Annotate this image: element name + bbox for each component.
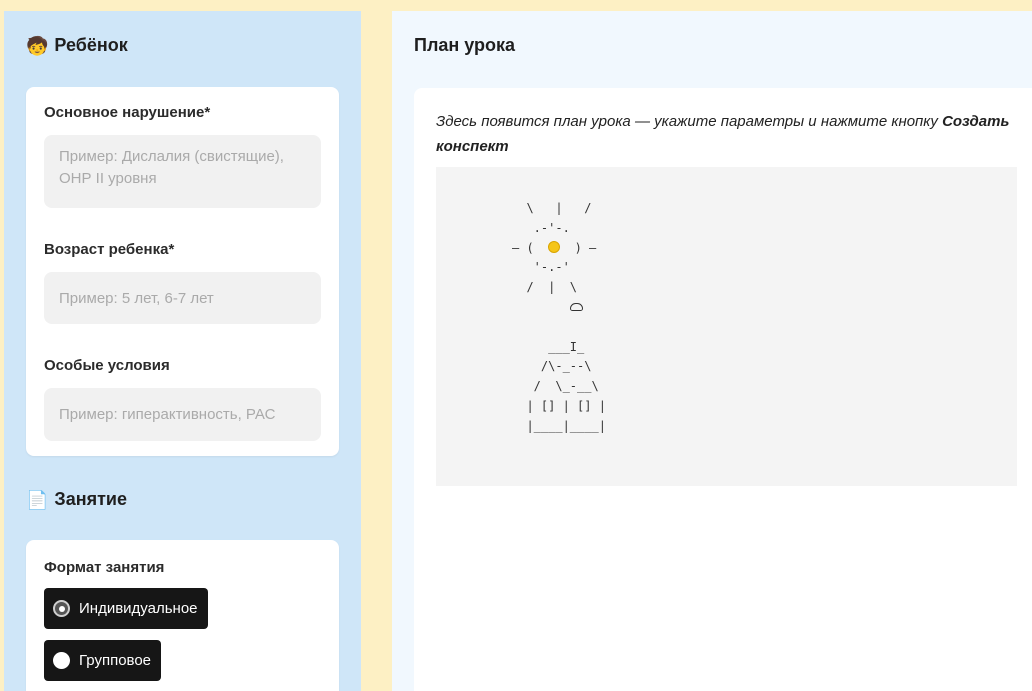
age-label: Возраст ребенка* (44, 241, 175, 258)
disorder-label: Основное нарушение* (44, 104, 211, 121)
disorder-input[interactable] (44, 135, 321, 208)
lesson-section-label: Занятие (54, 489, 127, 509)
special-conditions-label: Особые условия (44, 357, 170, 374)
format-option-group[interactable]: Групповое (44, 640, 162, 681)
radio-unselected-icon (53, 652, 70, 669)
child-section-label: Ребёнок (54, 35, 128, 55)
settings-sidebar: 🧒 Ребёнок Основное нарушение* Возраст ре… (4, 11, 361, 691)
child-params-card: Основное нарушение* Возраст ребенка* Осо… (26, 87, 339, 456)
format-option-label: Индивидуальное (79, 600, 198, 617)
child-emoji-icon: 🧒 (26, 35, 49, 56)
format-label: Формат занятия (44, 559, 165, 576)
radio-selected-icon (53, 600, 70, 617)
lesson-params-card: Формат занятия Индивидуальное Групповое (26, 540, 339, 691)
document-icon: 📄 (26, 489, 49, 510)
age-input[interactable] (44, 272, 321, 324)
format-option-label: Групповое (79, 652, 152, 669)
lesson-section-title: 📄 Занятие (26, 489, 127, 510)
lesson-plan-card: Здесь появится план урока — укажите пара… (414, 88, 1032, 691)
page-title: План урока (414, 35, 516, 55)
child-section-title: 🧒 Ребёнок (26, 35, 128, 56)
plan-placeholder-text: Здесь появится план урока — укажите пара… (436, 113, 1010, 155)
format-option-individual[interactable]: Индивидуальное (44, 588, 208, 629)
special-conditions-input[interactable] (44, 388, 321, 441)
cloud-icon (569, 303, 583, 312)
sun-icon (548, 240, 561, 253)
ascii-art-box: \ | / .-'-. — ( ) — '-.-' / | \ ___I_ /\… (436, 167, 1017, 486)
lesson-plan-panel: План урока Здесь появится план урока — у… (392, 11, 1032, 691)
ascii-art-illustration: \ | / .-'-. — ( ) — '-.-' / | \ ___I_ /\… (512, 201, 606, 433)
